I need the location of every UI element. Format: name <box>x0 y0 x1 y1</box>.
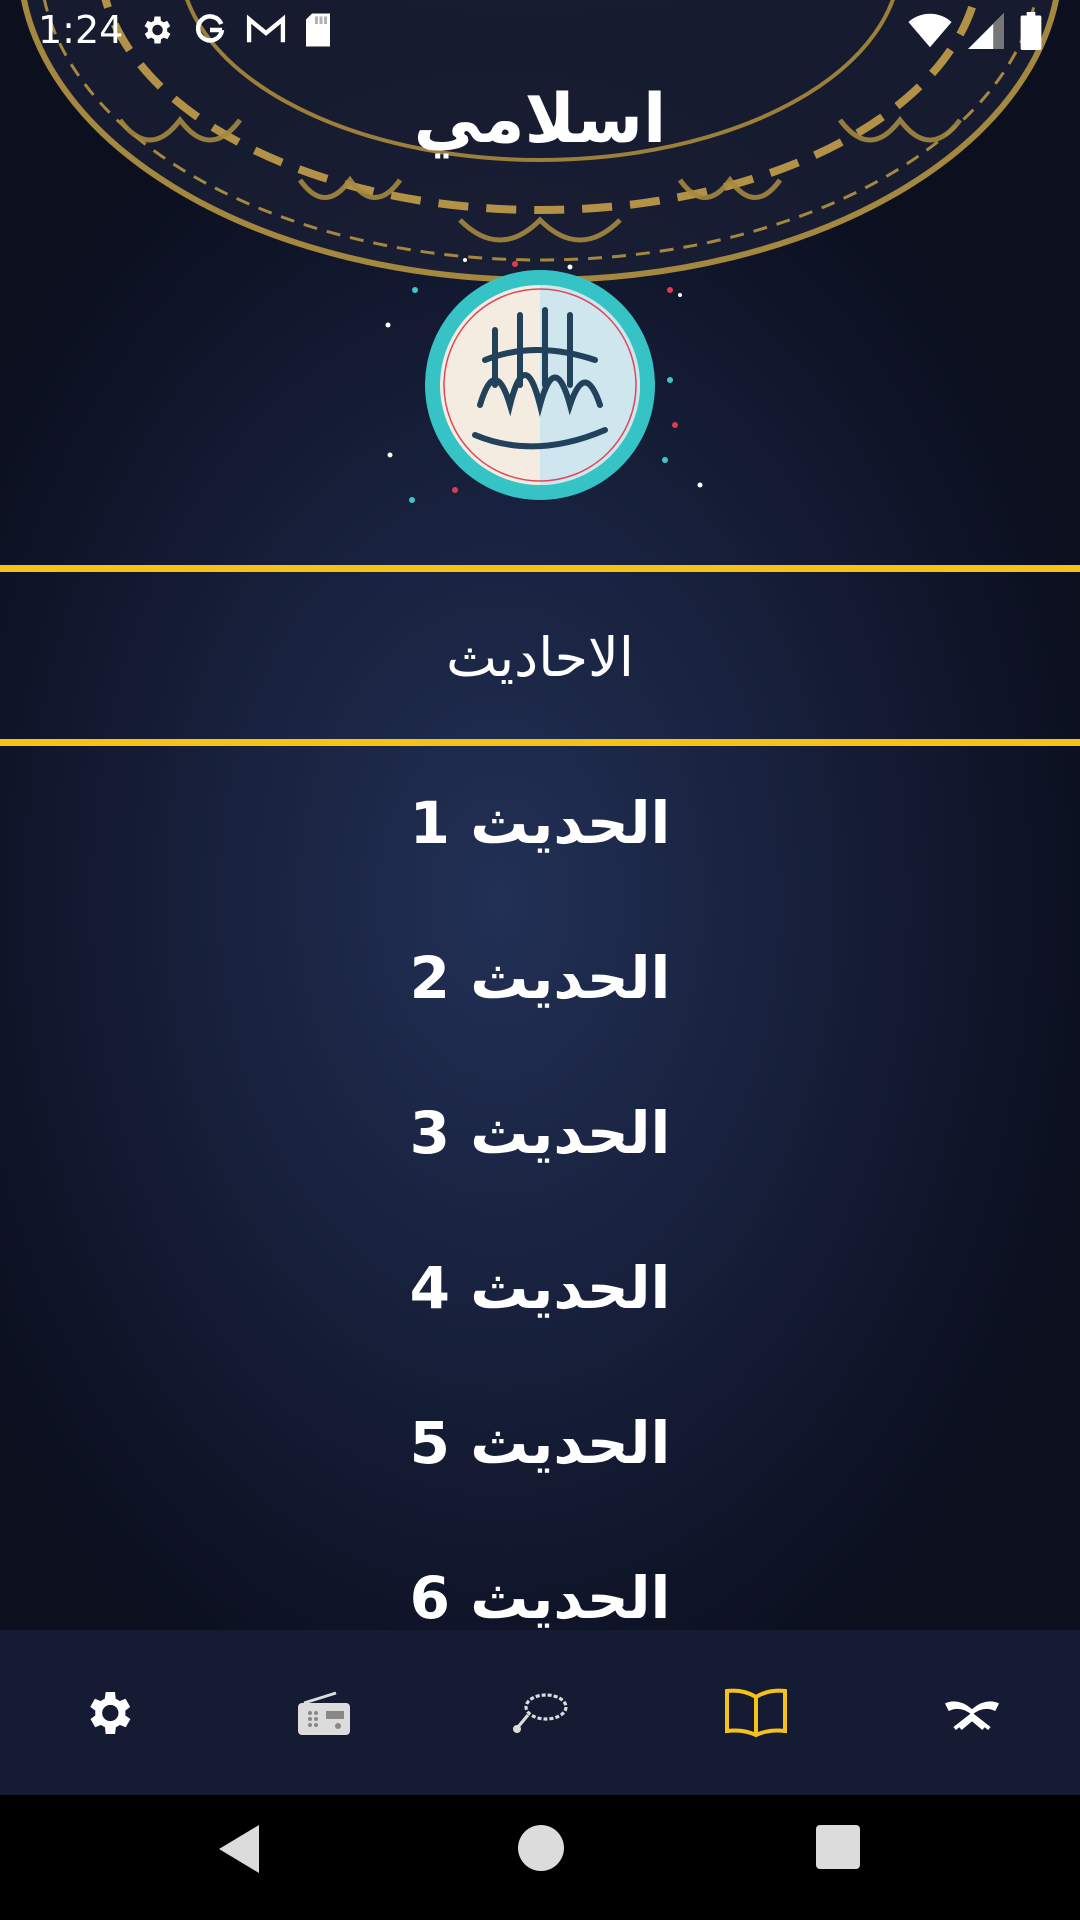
system-navigation-bar <box>0 1795 1080 1920</box>
app-title: اسلامي <box>413 80 667 159</box>
bottom-navigation <box>0 1630 1080 1795</box>
status-system-icons <box>908 12 1042 50</box>
sd-card-icon <box>306 13 330 47</box>
settings-icon <box>90 1691 131 1734</box>
status-time: 1:24 <box>38 8 124 52</box>
nav-hadith[interactable] <box>648 1630 864 1795</box>
book-open-icon <box>725 1688 787 1737</box>
tasbeeh-icon <box>513 1692 568 1733</box>
wifi-icon <box>908 13 952 48</box>
quran-icon <box>944 1700 1000 1730</box>
home-icon[interactable] <box>518 1825 564 1871</box>
recents-icon[interactable] <box>816 1825 860 1869</box>
nav-quran[interactable] <box>864 1630 1080 1795</box>
hadith-list-item[interactable]: الحديث 4 <box>0 1210 1080 1365</box>
nav-tasbeeh[interactable] <box>432 1630 648 1795</box>
bismillah-logo <box>385 258 703 503</box>
gear-icon <box>144 16 171 44</box>
hadith-list-item[interactable]: الحديث 6 <box>0 1520 1080 1631</box>
nav-settings[interactable] <box>0 1630 216 1795</box>
app-screen: 1:24 اسلامي الاحاديث الحديث 1 الحديث 2 ا… <box>0 0 1080 1920</box>
status-bar: 1:24 <box>0 0 1080 63</box>
battery-icon <box>1020 12 1042 50</box>
back-icon[interactable] <box>215 1823 263 1875</box>
status-notification-icons <box>138 12 332 48</box>
signal-icon <box>968 13 1004 49</box>
google-icon <box>195 14 225 43</box>
gmail-icon <box>246 14 286 43</box>
hadith-list-item[interactable]: الحديث 3 <box>0 1055 1080 1210</box>
hadith-list-item[interactable]: الحديث 2 <box>0 900 1080 1055</box>
nav-radio[interactable] <box>216 1630 432 1795</box>
radio-icon <box>298 1691 350 1735</box>
section-divider-top <box>0 565 1080 572</box>
hadith-list-item[interactable]: الحديث 5 <box>0 1365 1080 1520</box>
section-title: الاحاديث <box>446 625 634 689</box>
hadith-list-item[interactable]: الحديث 1 <box>0 745 1080 900</box>
hadith-list: الحديث 1 الحديث 2 الحديث 3 الحديث 4 الحد… <box>0 745 1080 1631</box>
